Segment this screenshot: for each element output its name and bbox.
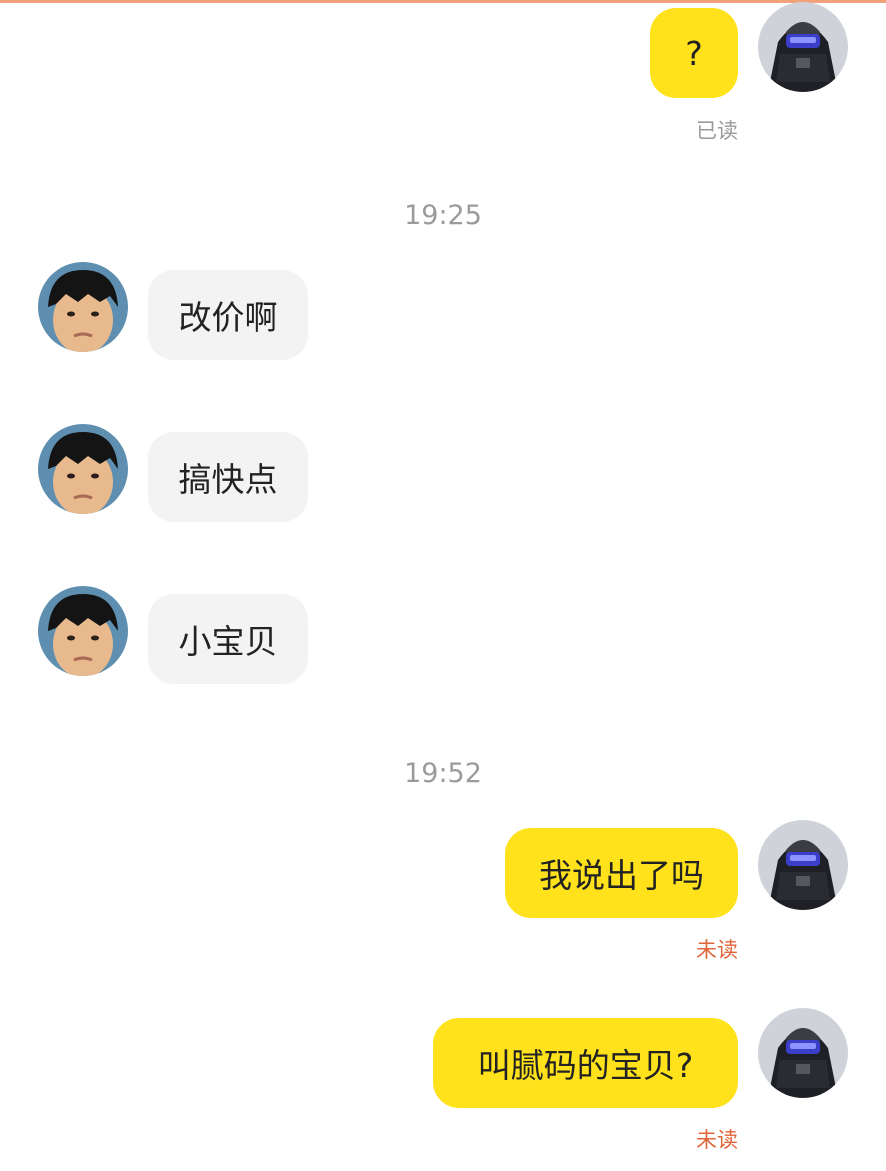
timestamp: 19:25 bbox=[404, 200, 482, 231]
face-avatar-icon bbox=[38, 262, 128, 352]
my-avatar[interactable] bbox=[758, 820, 848, 910]
message-text: 叫腻码的宝贝? bbox=[477, 1046, 694, 1085]
face-avatar-icon bbox=[38, 424, 128, 514]
my-avatar[interactable] bbox=[758, 2, 848, 92]
face-avatar-icon bbox=[38, 586, 128, 676]
my-avatar[interactable] bbox=[758, 1008, 848, 1098]
timestamp: 19:52 bbox=[404, 758, 482, 789]
unread-status: 未读 bbox=[696, 1128, 738, 1152]
read-status: 已读 bbox=[696, 119, 738, 143]
outgoing-message-bubble[interactable]: ? bbox=[650, 8, 738, 98]
message-text: ? bbox=[685, 33, 703, 73]
outgoing-message-bubble[interactable]: 我说出了吗 bbox=[505, 828, 738, 918]
message-text: 搞快点 bbox=[178, 460, 278, 499]
top-border bbox=[0, 0, 886, 3]
robot-avatar-icon bbox=[758, 2, 848, 92]
chat-view: ? 已读 19:25 改价啊 搞快点 小宝贝 19:52 我说出了吗 未读 叫腻… bbox=[0, 0, 886, 1171]
contact-avatar[interactable] bbox=[38, 262, 128, 352]
robot-avatar-icon bbox=[758, 820, 848, 910]
message-text: 小宝贝 bbox=[178, 622, 278, 661]
contact-avatar[interactable] bbox=[38, 424, 128, 514]
incoming-message-bubble[interactable]: 搞快点 bbox=[148, 432, 308, 522]
message-text: 我说出了吗 bbox=[539, 856, 704, 895]
message-text: 改价啊 bbox=[178, 298, 278, 337]
incoming-message-bubble[interactable]: 改价啊 bbox=[148, 270, 308, 360]
incoming-message-bubble[interactable]: 小宝贝 bbox=[148, 594, 308, 684]
unread-status: 未读 bbox=[696, 938, 738, 962]
robot-avatar-icon bbox=[758, 1008, 848, 1098]
outgoing-message-bubble[interactable]: 叫腻码的宝贝? bbox=[433, 1018, 738, 1108]
contact-avatar[interactable] bbox=[38, 586, 128, 676]
